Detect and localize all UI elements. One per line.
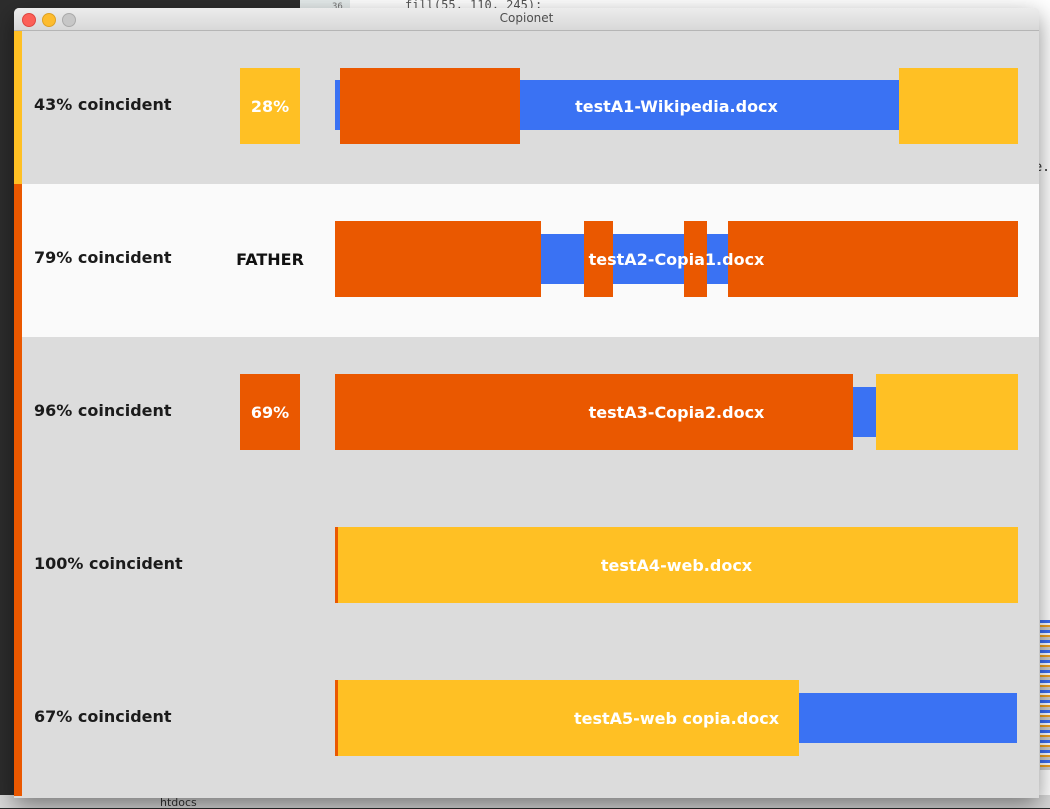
- unique-segment: [541, 234, 584, 284]
- match-bar[interactable]: testA2-Copia1.docx: [335, 221, 1018, 297]
- match-segment: [340, 68, 520, 144]
- document-row[interactable]: 79% coincident FATHER testA2-Copia1.docx: [14, 184, 1039, 337]
- match-segment: [338, 680, 799, 756]
- coincidence-label: 67% coincident: [34, 707, 172, 726]
- row-status-stripe: [14, 31, 22, 184]
- coincidence-label: 100% coincident: [34, 554, 183, 573]
- similarity-badge: 69%: [240, 374, 300, 450]
- match-segment: [684, 221, 707, 297]
- father-badge: FATHER: [236, 249, 304, 269]
- coincidence-label: 43% coincident: [34, 95, 172, 114]
- row-status-stripe: [14, 184, 22, 337]
- unique-segment: [853, 387, 876, 437]
- row-status-stripe: [14, 643, 22, 796]
- unique-segment: [707, 234, 728, 284]
- match-segment: [728, 221, 1018, 297]
- match-segment: [338, 527, 1018, 603]
- unique-segment: [520, 80, 899, 130]
- comparison-list: 43% coincident 28% testA1-Wikipedia.docx…: [14, 31, 1039, 798]
- document-row[interactable]: 67% coincident testA5-web copia.docx: [14, 643, 1039, 796]
- document-row[interactable]: 100% coincident testA4-web.docx: [14, 490, 1039, 643]
- row-status-stripe: [14, 490, 22, 643]
- window-title: Copionet: [499, 11, 554, 25]
- copionet-window: Copionet 43% coincident 28% testA1-Wikip…: [14, 8, 1039, 798]
- match-segment: [584, 221, 613, 297]
- match-bar[interactable]: testA3-Copia2.docx: [335, 374, 1018, 450]
- window-titlebar[interactable]: Copionet: [14, 8, 1039, 31]
- background-minimap: [1040, 620, 1050, 770]
- match-segment: [876, 374, 1018, 450]
- match-bar[interactable]: testA4-web.docx: [335, 527, 1018, 603]
- document-row[interactable]: 96% coincident 69% testA3-Copia2.docx: [14, 337, 1039, 490]
- match-segment: [335, 374, 853, 450]
- unique-segment: [613, 234, 684, 284]
- similarity-badge: 28%: [240, 68, 300, 144]
- match-bar[interactable]: testA1-Wikipedia.docx: [335, 68, 1018, 144]
- match-segment: [335, 221, 541, 297]
- row-status-stripe: [14, 337, 22, 490]
- coincidence-label: 79% coincident: [34, 248, 172, 267]
- match-segment: [899, 68, 1018, 144]
- document-row[interactable]: 43% coincident 28% testA1-Wikipedia.docx: [14, 31, 1039, 184]
- unique-segment: [799, 693, 1017, 743]
- coincidence-label: 96% coincident: [34, 401, 172, 420]
- match-bar[interactable]: testA5-web copia.docx: [335, 680, 1018, 756]
